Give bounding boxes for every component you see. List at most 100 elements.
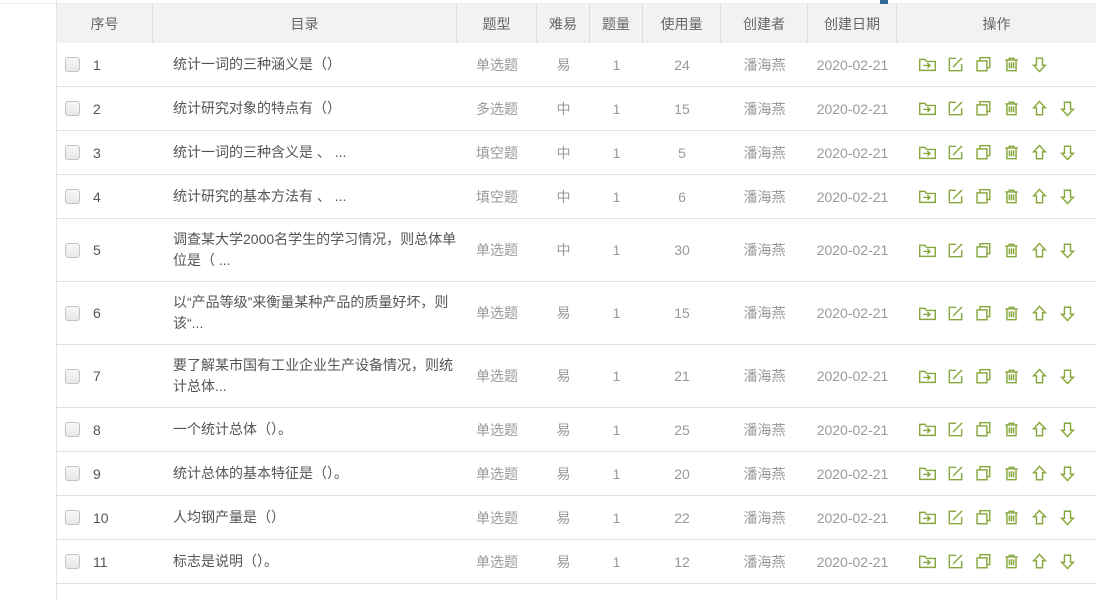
question-difficulty: 易 bbox=[537, 303, 590, 323]
row-checkbox[interactable] bbox=[65, 243, 80, 258]
move-icon[interactable] bbox=[917, 420, 937, 440]
row-checkbox[interactable] bbox=[65, 422, 80, 437]
question-count: 1 bbox=[590, 305, 643, 321]
copy-icon[interactable] bbox=[973, 366, 993, 386]
move-icon[interactable] bbox=[917, 366, 937, 386]
up-icon[interactable] bbox=[1029, 99, 1049, 119]
move-icon[interactable] bbox=[917, 187, 937, 207]
question-title: 统计总体的基本特征是（）。 bbox=[153, 453, 457, 494]
down-icon[interactable] bbox=[1057, 464, 1077, 484]
row-checkbox[interactable] bbox=[65, 189, 80, 204]
question-count: 1 bbox=[590, 466, 643, 482]
delete-icon[interactable] bbox=[1001, 143, 1021, 163]
copy-icon[interactable] bbox=[973, 552, 993, 572]
edit-icon[interactable] bbox=[945, 508, 965, 528]
table-row: 5调查某大学2000名学生的学习情况，则总体单位是（ ...单选题中130潘海燕… bbox=[57, 219, 1096, 282]
down-icon[interactable] bbox=[1057, 508, 1077, 528]
up-icon[interactable] bbox=[1029, 552, 1049, 572]
delete-icon[interactable] bbox=[1001, 187, 1021, 207]
copy-icon[interactable] bbox=[973, 240, 993, 260]
move-icon[interactable] bbox=[917, 464, 937, 484]
up-icon[interactable] bbox=[1029, 143, 1049, 163]
question-usage: 5 bbox=[643, 145, 721, 161]
copy-icon[interactable] bbox=[973, 464, 993, 484]
up-icon[interactable] bbox=[1029, 508, 1049, 528]
question-type: 单选题 bbox=[457, 420, 537, 440]
question-count: 1 bbox=[590, 554, 643, 570]
move-icon[interactable] bbox=[917, 240, 937, 260]
table-row: 4统计研究的基本方法有 、 ...填空题中16潘海燕2020-02-21 bbox=[57, 175, 1096, 219]
copy-icon[interactable] bbox=[973, 420, 993, 440]
edit-icon[interactable] bbox=[945, 143, 965, 163]
up-icon[interactable] bbox=[1029, 303, 1049, 323]
delete-icon[interactable] bbox=[1001, 552, 1021, 572]
row-checkbox[interactable] bbox=[65, 510, 80, 525]
copy-icon[interactable] bbox=[973, 143, 993, 163]
row-select-cell: 8 bbox=[57, 422, 153, 438]
header-usage: 使用量 bbox=[643, 4, 721, 43]
move-icon[interactable] bbox=[917, 303, 937, 323]
edit-icon[interactable] bbox=[945, 99, 965, 119]
table-body: 1统计一词的三种涵义是（）单选题易124潘海燕2020-02-212统计研究对象… bbox=[57, 43, 1096, 584]
delete-icon[interactable] bbox=[1001, 240, 1021, 260]
move-icon[interactable] bbox=[917, 552, 937, 572]
edit-icon[interactable] bbox=[945, 303, 965, 323]
move-icon[interactable] bbox=[917, 99, 937, 119]
question-date: 2020-02-21 bbox=[808, 422, 897, 438]
question-type: 单选题 bbox=[457, 552, 537, 572]
down-icon[interactable] bbox=[1057, 99, 1077, 119]
up-icon[interactable] bbox=[1029, 366, 1049, 386]
delete-icon[interactable] bbox=[1001, 55, 1021, 75]
edit-icon[interactable] bbox=[945, 55, 965, 75]
header-difficulty: 难易 bbox=[537, 4, 590, 43]
table-row: 7要了解某市国有工业企业生产设备情况，则统计总体...单选题易121潘海燕202… bbox=[57, 345, 1096, 408]
row-checkbox[interactable] bbox=[65, 57, 80, 72]
up-icon[interactable] bbox=[1029, 420, 1049, 440]
copy-icon[interactable] bbox=[973, 187, 993, 207]
table-row: 11标志是说明（）。单选题易112潘海燕2020-02-21 bbox=[57, 540, 1096, 584]
move-icon[interactable] bbox=[917, 55, 937, 75]
down-icon[interactable] bbox=[1057, 420, 1077, 440]
edit-icon[interactable] bbox=[945, 240, 965, 260]
delete-icon[interactable] bbox=[1001, 303, 1021, 323]
row-checkbox[interactable] bbox=[65, 554, 80, 569]
move-icon[interactable] bbox=[917, 508, 937, 528]
row-index: 10 bbox=[93, 510, 109, 526]
move-icon[interactable] bbox=[917, 143, 937, 163]
down-icon[interactable] bbox=[1029, 55, 1049, 75]
copy-icon[interactable] bbox=[973, 508, 993, 528]
question-difficulty: 中 bbox=[537, 99, 590, 119]
edit-icon[interactable] bbox=[945, 366, 965, 386]
edit-icon[interactable] bbox=[945, 420, 965, 440]
copy-icon[interactable] bbox=[973, 55, 993, 75]
delete-icon[interactable] bbox=[1001, 508, 1021, 528]
question-count: 1 bbox=[590, 422, 643, 438]
down-icon[interactable] bbox=[1057, 552, 1077, 572]
up-icon[interactable] bbox=[1029, 240, 1049, 260]
question-creator: 潘海燕 bbox=[721, 187, 808, 207]
delete-icon[interactable] bbox=[1001, 99, 1021, 119]
up-icon[interactable] bbox=[1029, 187, 1049, 207]
edit-icon[interactable] bbox=[945, 187, 965, 207]
row-actions bbox=[897, 552, 1096, 572]
down-icon[interactable] bbox=[1057, 303, 1077, 323]
down-icon[interactable] bbox=[1057, 187, 1077, 207]
question-creator: 潘海燕 bbox=[721, 55, 808, 75]
row-checkbox[interactable] bbox=[65, 145, 80, 160]
up-icon[interactable] bbox=[1029, 464, 1049, 484]
copy-icon[interactable] bbox=[973, 99, 993, 119]
table-row: 6以“产品等级”来衡量某种产品的质量好坏，则该“...单选题易115潘海燕202… bbox=[57, 282, 1096, 345]
row-checkbox[interactable] bbox=[65, 466, 80, 481]
delete-icon[interactable] bbox=[1001, 366, 1021, 386]
down-icon[interactable] bbox=[1057, 143, 1077, 163]
edit-icon[interactable] bbox=[945, 552, 965, 572]
row-checkbox[interactable] bbox=[65, 101, 80, 116]
copy-icon[interactable] bbox=[973, 303, 993, 323]
down-icon[interactable] bbox=[1057, 366, 1077, 386]
delete-icon[interactable] bbox=[1001, 420, 1021, 440]
edit-icon[interactable] bbox=[945, 464, 965, 484]
row-checkbox[interactable] bbox=[65, 369, 80, 384]
row-checkbox[interactable] bbox=[65, 306, 80, 321]
down-icon[interactable] bbox=[1057, 240, 1077, 260]
delete-icon[interactable] bbox=[1001, 464, 1021, 484]
